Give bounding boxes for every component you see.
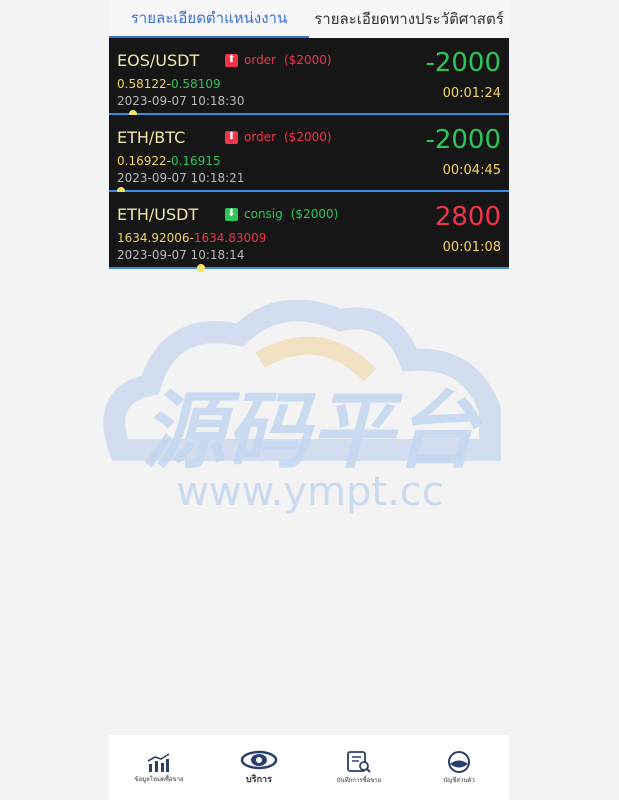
order-amount: ($2000) (284, 130, 332, 144)
nav-item-service[interactable]: บริการ (209, 735, 309, 800)
service-eye-icon (240, 750, 278, 769)
order-card[interactable]: ETH/BTC ⬆ order ($2000) 0.16922-0.16915 … (109, 115, 509, 195)
nav-label-service: บริการ (246, 774, 272, 785)
order-card[interactable]: EOS/USDT ⬆ order ($2000) 0.58122-0.58109… (109, 38, 509, 118)
tab-position-details[interactable]: รายละเอียดตำแหน่งงาน (109, 0, 309, 38)
order-amount: ($2000) (284, 53, 332, 67)
nav-label-account: บัญชีส่วนตัว (443, 776, 475, 784)
current-price: 1634.83009 (193, 231, 267, 245)
order-pnl: -2000 (425, 125, 501, 155)
order-pnl: 2800 (434, 202, 501, 232)
nav-label-trade-data: ข้อมูลโหมดซื้อขาย (134, 775, 184, 783)
order-prices: 0.16922-0.16915 (117, 154, 221, 168)
order-type-tag: ⬆ order ($2000) (225, 53, 332, 67)
nav-item-trade-data[interactable]: ข้อมูลโหมดซื้อขาย (109, 735, 209, 800)
nav-item-account[interactable]: บัญชีส่วนตัว (409, 735, 509, 800)
order-amount: ($2000) (290, 207, 339, 221)
arrow-up-icon: ⬆ (225, 130, 238, 144)
order-pair: EOS/USDT (117, 51, 200, 70)
order-countdown: 00:04:45 (442, 163, 501, 178)
app-container: รายละเอียดตำแหน่งงาน รายละเอียดทางประวัต… (109, 0, 509, 800)
order-type-tag: ⬇ consig ($2000) (225, 207, 338, 221)
tab-history-details[interactable]: รายละเอียดทางประวัติศาสตร์ (309, 0, 509, 38)
order-list: EOS/USDT ⬆ order ($2000) 0.58122-0.58109… (109, 38, 509, 272)
order-type: order (244, 53, 276, 67)
current-price: 0.16915 (170, 154, 221, 168)
order-card[interactable]: ETH/USDT ⬇ consig ($2000) 1634.92006-163… (109, 192, 509, 272)
account-globe-icon (448, 750, 470, 773)
current-price: 0.58109 (170, 77, 221, 91)
order-prices: 1634.92006-1634.83009 (117, 231, 266, 245)
order-type: order (244, 130, 276, 144)
order-type: consig (244, 207, 283, 221)
order-prices: 0.58122-0.58109 (117, 77, 221, 91)
nav-item-trade-log[interactable]: บันทึกการซื้อขาย (309, 735, 409, 800)
progress-indicator (197, 264, 205, 272)
order-countdown: 00:01:24 (442, 86, 501, 101)
order-time: 2023-09-07 10:18:21 (117, 171, 245, 185)
open-price: 1634.92006 (117, 231, 190, 245)
arrow-down-icon: ⬇ (225, 207, 238, 221)
bottom-nav: ข้อมูลโหมดซื้อขาย บริการ บันทึกการซื้อขา… (109, 735, 509, 800)
tab-bar: รายละเอียดตำแหน่งงาน รายละเอียดทางประวัต… (109, 0, 509, 38)
order-pair: ETH/USDT (117, 205, 199, 224)
order-pair: ETH/BTC (117, 128, 186, 147)
arrow-up-icon: ⬆ (225, 53, 238, 67)
order-time: 2023-09-07 10:18:14 (117, 248, 245, 262)
document-search-icon (347, 750, 371, 773)
order-countdown: 00:01:08 (442, 240, 501, 255)
open-price: 0.58122 (117, 77, 167, 91)
nav-label-trade-log: บันทึกการซื้อขาย (336, 776, 382, 784)
order-time: 2023-09-07 10:18:30 (117, 94, 245, 108)
order-type-tag: ⬆ order ($2000) (225, 130, 332, 144)
open-price: 0.16922 (117, 154, 167, 168)
chart-bar-icon (147, 752, 170, 772)
order-pnl: -2000 (425, 48, 501, 78)
